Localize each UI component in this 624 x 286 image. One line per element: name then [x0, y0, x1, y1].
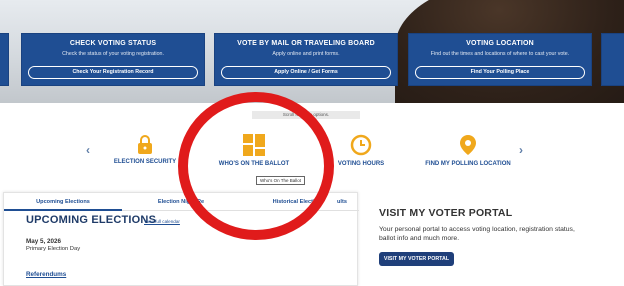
voter-portal-description: Your personal portal to access voting lo…: [379, 226, 575, 242]
tab-upcoming-elections[interactable]: Upcoming Elections: [4, 193, 122, 211]
card-description: Check the status of your voting registra…: [62, 51, 164, 57]
referendums-link[interactable]: Referendums: [26, 271, 66, 278]
card-voting-location: VOTING LOCATION Find out the times and l…: [408, 33, 592, 86]
find-polling-place-button[interactable]: Find Your Polling Place: [415, 66, 585, 79]
quick-link-whos-on-ballot[interactable]: WHO'S ON THE BALLOT: [210, 134, 298, 167]
location-pin-icon: [460, 135, 476, 155]
upcoming-elections-title: UPCOMING ELECTIONS: [26, 214, 157, 226]
card-title: VOTE BY MAIL OR TRAVELING BOARD: [237, 40, 375, 47]
clock-icon: [350, 134, 372, 156]
card-partial-left: [0, 33, 9, 86]
carousel-prev-chevron-icon[interactable]: ‹: [86, 143, 90, 157]
carousel-next-chevron-icon[interactable]: ›: [519, 143, 523, 157]
tooltip: Who's On The Ballot: [256, 176, 306, 185]
tab-election-night-results[interactable]: Election Night Re: [146, 193, 216, 211]
quick-link-label: WHO'S ON THE BALLOT: [218, 161, 290, 167]
elections-tabs: Upcoming Elections Election Night Re His…: [4, 193, 359, 211]
card-vote-by-mail: VOTE BY MAIL OR TRAVELING BOARD Apply on…: [214, 33, 398, 86]
lock-icon: [138, 135, 152, 154]
election-event: Primary Election Day: [26, 246, 81, 252]
check-registration-button[interactable]: Check Your Registration Record: [28, 66, 198, 79]
card-partial-right: [601, 33, 624, 86]
election-date: May 5, 2026: [26, 238, 62, 245]
apply-online-button[interactable]: Apply Online / Get Forms: [221, 66, 391, 79]
view-full-calendar-link[interactable]: View full calendar: [144, 219, 180, 224]
quick-link-find-polling-location[interactable]: FIND MY POLLING LOCATION: [420, 134, 516, 167]
card-check-voting-status: CHECK VOTING STATUS Check the status of …: [21, 33, 205, 86]
tab-historical-election-results[interactable]: Historical Election: [266, 193, 328, 211]
quick-link-voting-hours[interactable]: VOTING HOURS: [326, 134, 396, 167]
quick-link-election-security[interactable]: ELECTION SECURITY: [110, 134, 180, 165]
card-title: CHECK VOTING STATUS: [69, 40, 157, 47]
elections-panel: Upcoming Elections Election Night Re His…: [3, 192, 359, 286]
card-description: Find out the times and locations of wher…: [430, 51, 570, 57]
card-description: Apply online and print forms.: [272, 51, 340, 57]
ballot-grid-icon: [243, 134, 265, 156]
scroll-hint: Scroll for more options.: [252, 111, 360, 119]
card-title: VOTING LOCATION: [466, 40, 534, 47]
hero-banner: CHECK VOTING STATUS Check the status of …: [0, 0, 624, 103]
quick-link-label: ELECTION SECURITY: [113, 159, 177, 165]
quick-link-label: VOTING HOURS: [337, 161, 385, 167]
tab-historical-election-results-suffix[interactable]: ults: [330, 193, 354, 211]
voter-portal-title: VISIT MY VOTER PORTAL: [379, 207, 513, 219]
quick-link-label: FIND MY POLLING LOCATION: [425, 161, 511, 167]
visit-voter-portal-button[interactable]: VISIT MY VOTER PORTAL: [379, 252, 454, 266]
